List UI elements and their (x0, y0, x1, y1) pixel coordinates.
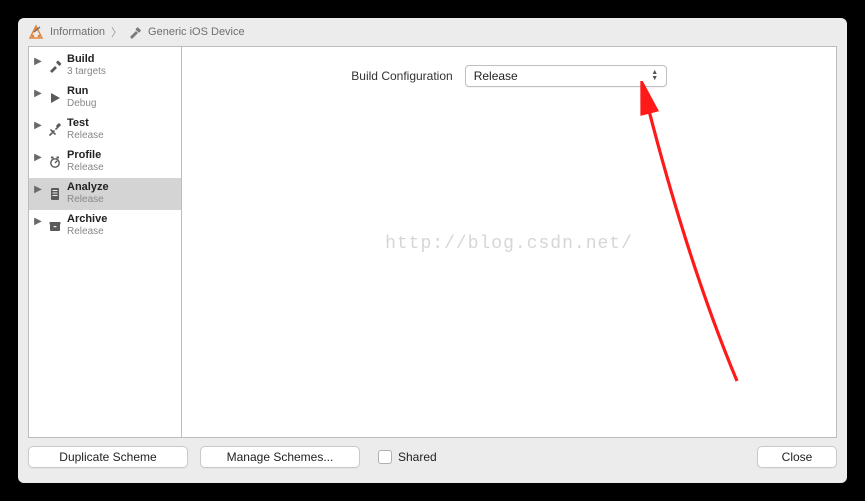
analyze-icon (47, 181, 63, 207)
sidebar-item-text: Test Release (67, 117, 104, 141)
sidebar-item-text: Analyze Release (67, 181, 109, 205)
archive-icon (47, 213, 63, 239)
watermark-text: http://blog.csdn.net/ (385, 234, 633, 254)
disclosure-triangle-icon[interactable]: ▶ (33, 117, 43, 133)
sidebar-item-label: Archive (67, 213, 107, 226)
profile-icon (47, 149, 63, 175)
sidebar-item-analyze[interactable]: ▶ Analyze Release (29, 178, 181, 210)
disclosure-triangle-icon[interactable]: ▶ (33, 181, 43, 197)
sidebar-item-label: Test (67, 117, 104, 130)
sidebar-item-profile[interactable]: ▶ Profile Release (29, 146, 181, 178)
breadcrumb-target[interactable]: Generic iOS Device (148, 26, 245, 38)
updown-arrows-icon: ▲▼ (648, 70, 662, 82)
content-pane: ▶ Build 3 targets ▶ Run Debug (28, 46, 837, 438)
scheme-action-sidebar: ▶ Build 3 targets ▶ Run Debug (29, 47, 182, 437)
main-panel: Build Configuration Release ▲▼ http://bl… (182, 47, 836, 437)
build-icon (47, 53, 63, 79)
sidebar-item-sub: Release (67, 162, 104, 174)
sidebar-item-sub: Release (67, 226, 107, 238)
sidebar-item-text: Build 3 targets (67, 53, 106, 77)
sidebar-item-test[interactable]: ▶ Test Release (29, 114, 181, 146)
sidebar-item-text: Archive Release (67, 213, 107, 237)
hammer-icon (128, 25, 142, 39)
shared-checkbox-wrap[interactable]: Shared (378, 450, 437, 464)
sidebar-item-text: Run Debug (67, 85, 96, 109)
disclosure-triangle-icon[interactable]: ▶ (33, 53, 43, 69)
disclosure-triangle-icon[interactable]: ▶ (33, 85, 43, 101)
sidebar-item-build[interactable]: ▶ Build 3 targets (29, 50, 181, 82)
sidebar-item-label: Run (67, 85, 96, 98)
disclosure-triangle-icon[interactable]: ▶ (33, 213, 43, 229)
scheme-editor-window: Information 〉 Generic iOS Device ▶ Build… (18, 18, 847, 483)
annotation-arrow-icon (627, 81, 767, 401)
duplicate-scheme-button[interactable]: Duplicate Scheme (28, 446, 188, 468)
sidebar-item-text: Profile Release (67, 149, 104, 173)
sidebar-item-sub: 3 targets (67, 66, 106, 78)
test-icon (47, 117, 63, 143)
breadcrumb: Information 〉 Generic iOS Device (18, 18, 847, 46)
sidebar-item-label: Analyze (67, 181, 109, 194)
close-button[interactable]: Close (757, 446, 837, 468)
manage-schemes-button[interactable]: Manage Schemes... (200, 446, 360, 468)
breadcrumb-project[interactable]: Information (50, 26, 105, 38)
sidebar-item-label: Profile (67, 149, 104, 162)
build-config-value: Release (474, 69, 518, 83)
app-icon (28, 24, 44, 40)
build-config-label: Build Configuration (351, 69, 452, 83)
run-icon (47, 85, 63, 111)
sidebar-item-sub: Debug (67, 98, 96, 110)
footer-toolbar: Duplicate Scheme Manage Schemes... Share… (18, 438, 847, 478)
build-config-row: Build Configuration Release ▲▼ (182, 65, 836, 87)
sidebar-item-archive[interactable]: ▶ Archive Release (29, 210, 181, 242)
sidebar-item-run[interactable]: ▶ Run Debug (29, 82, 181, 114)
chevron-right-icon: 〉 (111, 24, 122, 40)
build-config-select[interactable]: Release ▲▼ (465, 65, 667, 87)
sidebar-item-label: Build (67, 53, 106, 66)
disclosure-triangle-icon[interactable]: ▶ (33, 149, 43, 165)
sidebar-item-sub: Release (67, 130, 104, 142)
shared-label: Shared (398, 450, 437, 464)
shared-checkbox[interactable] (378, 450, 392, 464)
sidebar-item-sub: Release (67, 194, 109, 206)
